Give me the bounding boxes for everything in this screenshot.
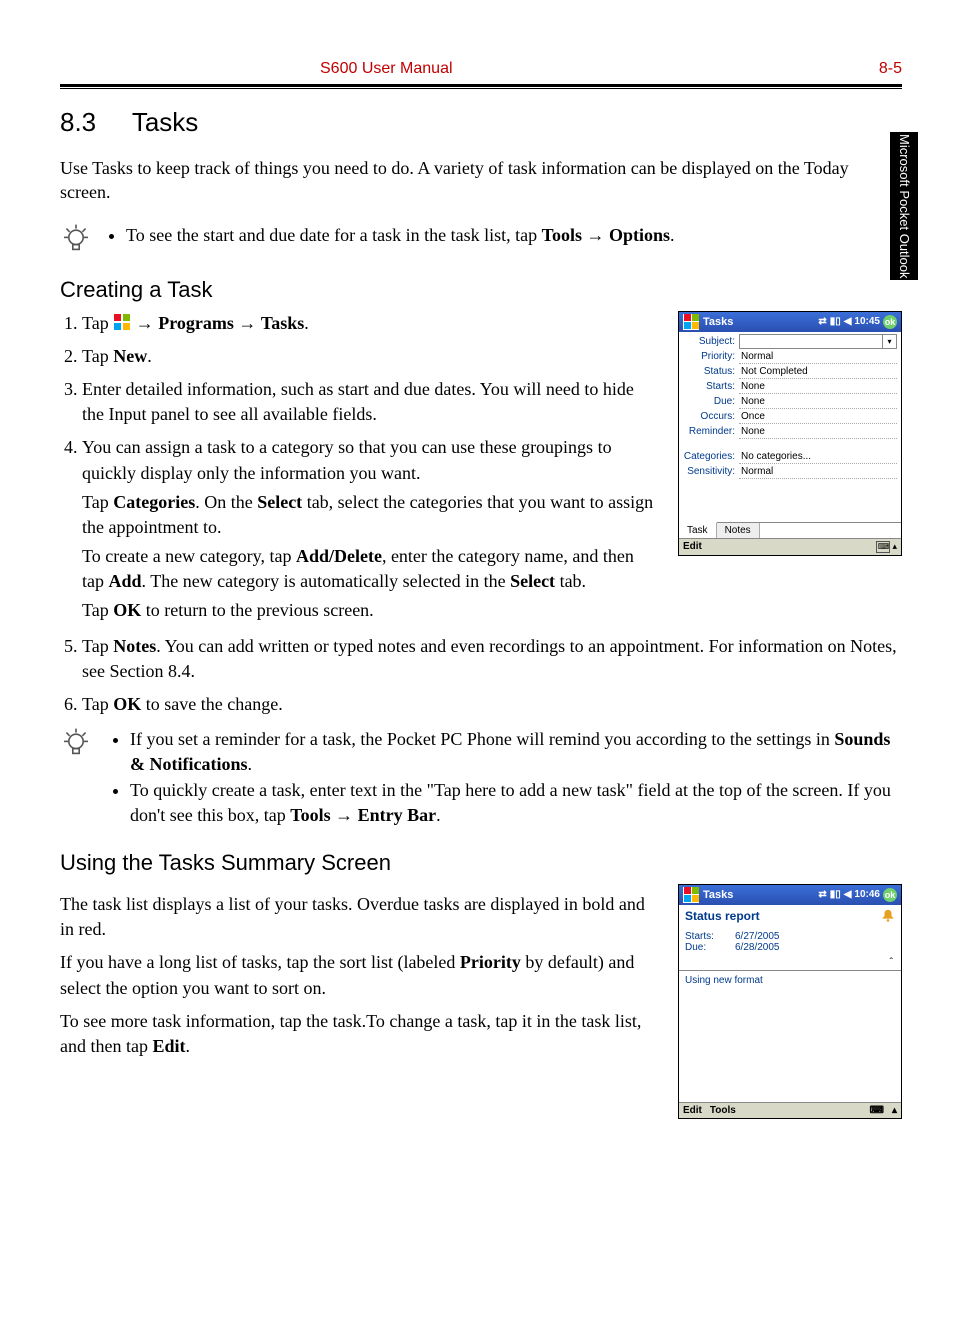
- clock-text: 10:45: [854, 316, 880, 327]
- start-icon[interactable]: [683, 887, 699, 903]
- tip-block-2: If you set a reminder for a task, the Po…: [60, 727, 902, 828]
- start-icon[interactable]: [683, 314, 699, 330]
- ppc1-form: Subject: ▾ Priority:Normal Status:Not Co…: [679, 332, 901, 522]
- section-number: 8.3: [60, 107, 96, 137]
- menu-tools[interactable]: Tools: [710, 1105, 736, 1116]
- lightbulb-icon: [60, 727, 92, 759]
- connectivity-icon: ⇄: [818, 316, 826, 327]
- note-text: Using new format: [679, 971, 901, 990]
- keyboard-icon[interactable]: ⌨: [870, 1105, 884, 1116]
- intro-paragraph: Use Tasks to keep track of things you ne…: [60, 156, 902, 205]
- ppc2-status-icons: ⇄ ▮▯ ◀ 10:46 ok: [818, 888, 897, 902]
- start-icon: [113, 313, 131, 331]
- ppc1-tabs: Task Notes: [679, 522, 901, 538]
- ok-button[interactable]: ok: [883, 315, 897, 329]
- tip1-list: To see the start and due date for a task…: [106, 223, 675, 253]
- row-status[interactable]: Status:Not Completed: [683, 365, 897, 379]
- step-4: You can assign a task to a category so t…: [82, 435, 660, 623]
- section-heading: 8.3 Tasks: [60, 107, 902, 138]
- connectivity-icon: ⇄: [818, 889, 826, 900]
- step-4-p1: Tap Categories. On the Select tab, selec…: [82, 490, 660, 540]
- ppc1-title: Tasks: [703, 316, 814, 328]
- tip2-list: If you set a reminder for a task, the Po…: [106, 727, 902, 828]
- subheading-summary: Using the Tasks Summary Screen: [60, 850, 902, 876]
- signal-icon: ▮▯: [830, 316, 841, 327]
- ok-button[interactable]: ok: [883, 888, 897, 902]
- menu-edit[interactable]: Edit: [683, 541, 702, 552]
- step-4-p3: Tap OK to return to the previous screen.: [82, 598, 660, 623]
- clock-text: 10:46: [854, 889, 880, 900]
- collapse-icon[interactable]: ˆ: [679, 957, 901, 968]
- reminder-bell-icon: [881, 909, 895, 923]
- row-subject: Subject: ▾: [683, 334, 897, 349]
- input-menu-icon[interactable]: ▴: [892, 1105, 897, 1116]
- row-sensitivity[interactable]: Sensitivity:Normal: [683, 465, 897, 479]
- step-2: Tap New.: [82, 344, 660, 369]
- due-label: Due:: [685, 942, 735, 953]
- step-3: Enter detailed information, such as star…: [82, 377, 660, 427]
- row-priority[interactable]: Priority:Normal: [683, 350, 897, 364]
- dropdown-icon[interactable]: ▾: [882, 335, 896, 348]
- subheading-creating: Creating a Task: [60, 277, 902, 303]
- ppc2-menubar: Edit Tools ⌨ ▴: [679, 1102, 901, 1118]
- steps-list-continued: Tap Notes. You can add written or typed …: [60, 634, 902, 718]
- row-starts[interactable]: Starts:None: [683, 380, 897, 394]
- summary-p3: To see more task information, tap the ta…: [60, 1009, 660, 1059]
- summary-p1: The task list displays a list of your ta…: [60, 892, 660, 942]
- starts-value: 6/27/2005: [735, 931, 780, 942]
- starts-label: Starts:: [685, 931, 735, 942]
- signal-icon: ▮▯: [830, 889, 841, 900]
- summary-p2: If you have a long list of tasks, tap th…: [60, 950, 660, 1000]
- tab-task[interactable]: Task: [679, 522, 717, 538]
- step-1: Tap → Programs → Tasks.: [82, 311, 660, 336]
- side-tab: Microsoft Pocket Outlook: [890, 132, 918, 280]
- ppc1-menubar: Edit ⌨ ▴: [679, 538, 901, 555]
- speaker-icon: ◀: [844, 316, 852, 327]
- section-title-text: Tasks: [132, 107, 198, 137]
- header-title: S600 User Manual: [320, 60, 453, 78]
- ppc2-titlebar: Tasks ⇄ ▮▯ ◀ 10:46 ok: [679, 885, 901, 905]
- row-reminder[interactable]: Reminder:None: [683, 425, 897, 439]
- step-6: Tap OK to save the change.: [82, 692, 902, 717]
- ppc-screenshot-edit: Tasks ⇄ ▮▯ ◀ 10:45 ok Subject: ▾ Priorit…: [678, 311, 902, 556]
- tip2-item-2: To quickly create a task, enter text in …: [130, 778, 902, 828]
- speaker-icon: ◀: [844, 889, 852, 900]
- ppc-screenshot-summary: Tasks ⇄ ▮▯ ◀ 10:46 ok Status report: [678, 884, 902, 1119]
- steps-list: Tap → Programs → Tasks. Tap New. Enter d…: [60, 311, 660, 624]
- task-name: Status report: [685, 909, 881, 923]
- lightbulb-icon: [60, 223, 92, 255]
- due-value: 6/28/2005: [735, 942, 780, 953]
- keyboard-icon[interactable]: ⌨: [876, 541, 890, 553]
- header-rule: [60, 84, 902, 89]
- subject-input[interactable]: ▾: [739, 334, 897, 349]
- menu-edit[interactable]: Edit: [683, 1105, 702, 1116]
- step-5: Tap Notes. You can add written or typed …: [82, 634, 902, 684]
- ppc2-dates: Starts:6/27/2005 Due:6/28/2005: [679, 925, 901, 957]
- tip1-item: To see the start and due date for a task…: [126, 223, 675, 247]
- input-menu-icon[interactable]: ▴: [892, 541, 897, 552]
- ppc2-title: Tasks: [703, 889, 814, 901]
- tip2-item-1: If you set a reminder for a task, the Po…: [130, 727, 902, 777]
- label-subject: Subject:: [683, 336, 739, 347]
- ppc2-task-header: Status report: [679, 905, 901, 925]
- ppc1-status-icons: ⇄ ▮▯ ◀ 10:45 ok: [818, 315, 897, 329]
- step-4-p2: To create a new category, tap Add/Delete…: [82, 544, 660, 594]
- page-number: 8-5: [879, 60, 902, 78]
- ppc1-titlebar: Tasks ⇄ ▮▯ ◀ 10:45 ok: [679, 312, 901, 332]
- tab-notes[interactable]: Notes: [717, 523, 760, 538]
- row-categories[interactable]: Categories:No categories...: [683, 450, 897, 464]
- page-header: S600 User Manual 8-5: [60, 60, 902, 84]
- row-due[interactable]: Due:None: [683, 395, 897, 409]
- row-occurs[interactable]: Occurs:Once: [683, 410, 897, 424]
- tip-block-1: To see the start and due date for a task…: [60, 223, 902, 255]
